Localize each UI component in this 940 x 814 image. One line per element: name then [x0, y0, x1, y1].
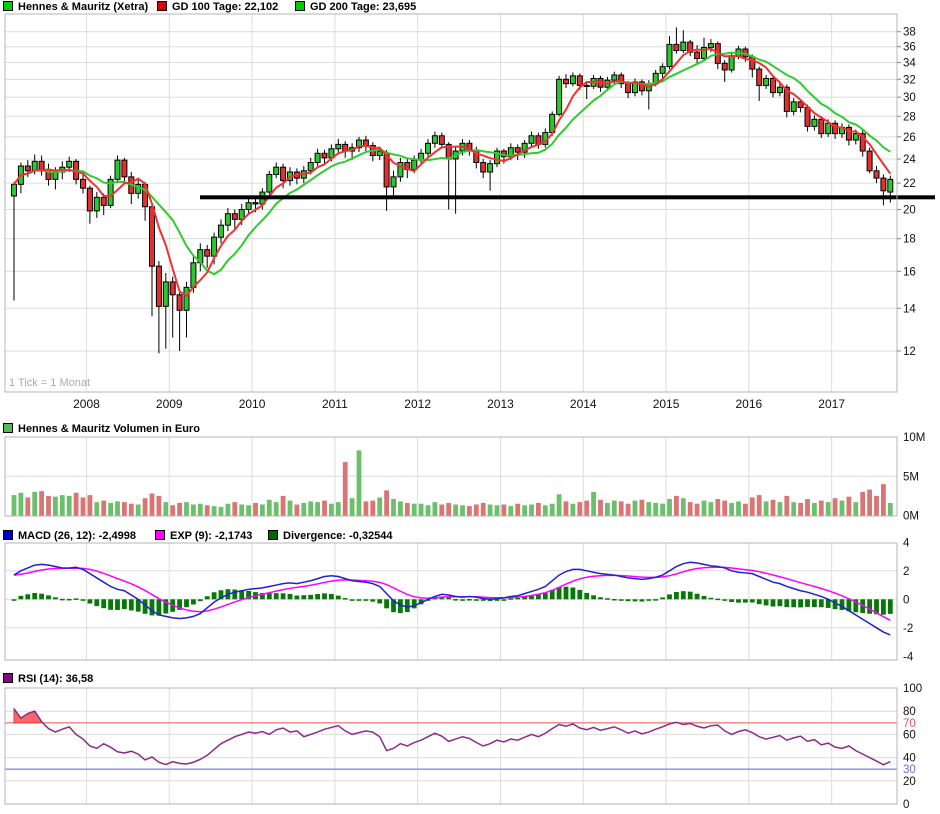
- rsi-legend-item: RSI (14): 36,58: [3, 673, 93, 685]
- svg-text:12: 12: [903, 346, 916, 358]
- exp-label: EXP (9): -2,1743: [170, 530, 252, 542]
- svg-text:80: 80: [903, 706, 916, 718]
- svg-text:2012: 2012: [404, 397, 431, 411]
- rsi-label: RSI (14): 36,58: [18, 673, 93, 685]
- svg-text:2010: 2010: [239, 397, 266, 411]
- series-swatch-icon: [268, 530, 278, 540]
- volume-series-label: Hennes & Mauritz Volumen in Euro: [18, 423, 200, 435]
- svg-text:24: 24: [903, 154, 916, 166]
- price-series-label: Hennes & Mauritz (Xetra): [18, 1, 148, 13]
- svg-text:20: 20: [903, 776, 916, 788]
- series-swatch-icon: [3, 423, 13, 433]
- series-swatch-icon: [3, 673, 13, 683]
- series-swatch-icon: [3, 1, 13, 11]
- svg-text:20: 20: [903, 205, 916, 217]
- svg-text:2014: 2014: [570, 397, 597, 411]
- macd-panel: [12, 562, 893, 635]
- svg-text:2008: 2008: [73, 397, 100, 411]
- gd200-legend-item: GD 200 Tage: 23,695: [295, 1, 416, 13]
- svg-text:40: 40: [903, 753, 916, 765]
- price-panel: [12, 27, 936, 353]
- svg-text:2017: 2017: [818, 397, 845, 411]
- svg-text:38: 38: [903, 27, 916, 39]
- chart-canvas: 3836343230282624222018161412200820092010…: [0, 0, 940, 814]
- divergence-legend-item: Divergence: -0,32544: [268, 530, 392, 542]
- svg-text:14: 14: [903, 303, 916, 315]
- price-legend-item: Hennes & Mauritz (Xetra): [3, 1, 148, 13]
- svg-text:2009: 2009: [156, 397, 183, 411]
- svg-text:2016: 2016: [735, 397, 762, 411]
- svg-text:2: 2: [903, 566, 909, 578]
- stock-chart-page: 3836343230282624222018161412200820092010…: [0, 0, 940, 814]
- tick-footnote: 1 Tick = 1 Monat: [9, 377, 90, 389]
- rsi-panel: [5, 709, 897, 769]
- macd-legend: MACD (26, 12): -2,4998 EXP (9): -2,1743 …: [0, 530, 940, 544]
- volume-panel: [12, 450, 893, 515]
- svg-text:32: 32: [903, 74, 916, 86]
- svg-text:34: 34: [903, 58, 916, 70]
- svg-text:28: 28: [903, 111, 916, 123]
- volume-legend-item: Hennes & Mauritz Volumen in Euro: [3, 423, 200, 435]
- svg-text:-2: -2: [903, 623, 913, 635]
- svg-text:0: 0: [903, 799, 909, 811]
- svg-text:26: 26: [903, 132, 916, 144]
- svg-text:2013: 2013: [487, 397, 514, 411]
- series-swatch-icon: [157, 1, 167, 11]
- svg-text:-4: -4: [903, 651, 914, 663]
- series-swatch-icon: [295, 1, 305, 11]
- macd-label: MACD (26, 12): -2,4998: [18, 530, 136, 542]
- svg-text:30: 30: [903, 92, 916, 104]
- svg-text:2015: 2015: [653, 397, 680, 411]
- svg-text:70: 70: [903, 718, 916, 730]
- svg-text:2011: 2011: [322, 397, 348, 411]
- support-line: [200, 195, 935, 199]
- gd100-label: GD 100 Tage: 22,102: [172, 1, 278, 13]
- svg-text:0M: 0M: [903, 511, 919, 523]
- macd-legend-item: MACD (26, 12): -2,4998: [3, 530, 136, 542]
- svg-text:60: 60: [903, 729, 916, 741]
- gd100-legend-item: GD 100 Tage: 22,102: [157, 1, 278, 13]
- svg-text:18: 18: [903, 234, 916, 246]
- svg-text:5M: 5M: [903, 471, 919, 483]
- svg-text:16: 16: [903, 266, 916, 278]
- svg-text:36: 36: [903, 42, 916, 54]
- svg-text:30: 30: [903, 764, 916, 776]
- volume-legend: Hennes & Mauritz Volumen in Euro: [0, 423, 940, 437]
- rsi-legend: RSI (14): 36,58: [0, 673, 940, 687]
- macd-line: [14, 562, 890, 635]
- rsi-line: [14, 709, 890, 765]
- svg-text:22: 22: [903, 178, 916, 190]
- gd200-label: GD 200 Tage: 23,695: [310, 1, 416, 13]
- series-swatch-icon: [3, 530, 13, 540]
- price-legend: Hennes & Mauritz (Xetra) GD 100 Tage: 22…: [0, 1, 940, 15]
- svg-text:0: 0: [903, 594, 909, 606]
- exp-legend-item: EXP (9): -2,1743: [155, 530, 252, 542]
- divergence-label: Divergence: -0,32544: [283, 530, 392, 542]
- series-swatch-icon: [155, 530, 165, 540]
